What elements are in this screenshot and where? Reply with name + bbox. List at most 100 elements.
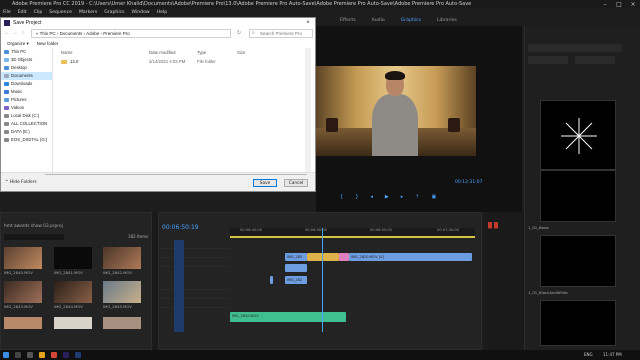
mark-in-icon[interactable]: { — [340, 194, 343, 200]
nav-item-all-collection[interactable]: ALL COLLECTION — [1, 120, 52, 128]
playhead[interactable] — [322, 228, 323, 332]
preset-thumbnail-4[interactable] — [540, 300, 616, 346]
project-thumb[interactable] — [4, 317, 42, 329]
menu-edit[interactable]: Edit — [18, 9, 27, 17]
track-header[interactable]: A2 — [160, 290, 230, 299]
project-thumb[interactable] — [54, 317, 92, 329]
project-thumb[interactable] — [103, 317, 141, 329]
track-header[interactable]: A1 — [160, 281, 230, 290]
track-header[interactable]: V3 — [160, 240, 230, 249]
dialog-close-icon[interactable]: × — [303, 18, 313, 28]
column-header-type[interactable]: Type — [197, 50, 206, 55]
audio-meters — [484, 212, 524, 350]
workspace-tab-libraries[interactable]: Libraries — [437, 17, 457, 25]
new-folder-button[interactable]: New folder — [37, 41, 59, 47]
menu-graphics[interactable]: Graphics — [104, 9, 124, 17]
timeline-clip[interactable]: IMG_2820.MOV [V] — [349, 253, 472, 261]
clock[interactable]: 11:47 PM — [603, 352, 622, 357]
column-header-name[interactable]: Name — [61, 50, 72, 55]
timeline-clip[interactable] — [323, 253, 339, 261]
work-area-bar[interactable] — [230, 236, 475, 238]
menu-bar: File Edit Clip Sequence Markers Graphics… — [0, 9, 640, 17]
nav-item-desktop[interactable]: Desktop — [1, 64, 52, 72]
project-thumb[interactable] — [54, 247, 92, 269]
nav-item-documents[interactable]: Documents — [1, 72, 52, 80]
menu-window[interactable]: Window — [132, 9, 150, 17]
timeline-clip[interactable] — [270, 276, 273, 284]
browser-icon[interactable] — [51, 352, 57, 358]
back-arrow-icon[interactable]: ← — [3, 29, 11, 38]
timeline-clip[interactable] — [285, 264, 307, 272]
nav-item-videos[interactable]: Videos — [1, 104, 52, 112]
mark-out-icon[interactable]: } — [355, 194, 358, 200]
task-view-icon[interactable] — [27, 352, 33, 358]
minimize-icon[interactable]: – — [598, 0, 612, 9]
preset-thumbnail-1[interactable] — [540, 100, 616, 170]
project-search[interactable] — [4, 234, 64, 240]
address-bar[interactable]: « This PC › Documents › Adobe › Premiere… — [31, 29, 231, 38]
close-icon[interactable]: × — [626, 0, 640, 9]
up-arrow-icon[interactable]: ↑ — [19, 29, 27, 38]
right-panel-dropdown-2[interactable] — [575, 56, 615, 64]
nav-item-this-pc[interactable]: This PC — [1, 48, 52, 56]
track-header[interactable]: A3 — [160, 299, 230, 308]
track-header[interactable]: V2 — [160, 249, 230, 258]
timeline-clip[interactable] — [307, 253, 323, 261]
menu-file[interactable]: File — [3, 9, 11, 17]
preset-thumbnail-2[interactable] — [540, 170, 616, 222]
workspace-tab-audio[interactable]: Audio — [372, 17, 385, 25]
file-name: 13.0 — [61, 58, 78, 66]
play-icon[interactable]: ▶ — [385, 194, 389, 200]
step-back-icon[interactable]: ◂ — [370, 194, 373, 200]
step-forward-icon[interactable]: ▸ — [401, 194, 404, 200]
right-panel-dropdown[interactable] — [528, 56, 568, 64]
project-thumb[interactable] — [103, 281, 141, 303]
timeline-clip[interactable]: IMG_282 — [285, 253, 307, 261]
save-button[interactable]: Save — [253, 179, 277, 187]
menu-sequence[interactable]: Sequence — [49, 9, 72, 17]
search-input[interactable]: Search Premiere Pro — [249, 29, 313, 38]
nav-item-3d-objects[interactable]: 3D Objects — [1, 56, 52, 64]
language-indicator[interactable]: ENG — [584, 352, 593, 357]
photoshop-taskbar-icon[interactable] — [75, 352, 81, 358]
nav-item-downloads[interactable]: Downloads — [1, 80, 52, 88]
file-row[interactable]: 13.0 3/14/2021 4:03 PM File folder — [59, 58, 309, 66]
preset-thumbnail-3[interactable] — [540, 235, 616, 287]
file-explorer-icon[interactable] — [39, 352, 45, 358]
organize-button[interactable]: Organize ▾ — [7, 41, 29, 47]
nav-item-music[interactable]: Music — [1, 88, 52, 96]
refresh-icon[interactable]: ↻ — [235, 29, 243, 38]
menu-help[interactable]: Help — [157, 9, 167, 17]
program-video-frame — [316, 66, 476, 156]
lift-icon[interactable]: ⇡ — [415, 194, 419, 200]
nav-item-pictures[interactable]: Pictures — [1, 96, 52, 104]
right-panel-search[interactable] — [528, 44, 622, 52]
search-taskbar-icon[interactable] — [15, 352, 21, 358]
folder-icon — [61, 59, 67, 64]
hide-folders-toggle[interactable]: ^ Hide Folders — [5, 180, 37, 185]
column-header-date[interactable]: Date modified — [149, 50, 176, 55]
nav-item-eos-digital[interactable]: EOS_DIGITAL (G:) — [1, 136, 52, 144]
export-frame-icon[interactable]: ▣ — [431, 194, 436, 200]
workspace-tab-graphics[interactable]: Graphics — [401, 17, 421, 25]
windows-start-icon[interactable] — [3, 352, 9, 358]
workspace-tab-effects[interactable]: Effects — [340, 17, 356, 25]
column-header-size[interactable]: Size — [237, 50, 245, 55]
track-header[interactable]: V1 — [160, 258, 230, 267]
project-thumb[interactable] — [54, 281, 92, 303]
cancel-button[interactable]: Cancel — [284, 179, 308, 187]
premiere-taskbar-icon[interactable] — [63, 352, 69, 358]
project-thumb[interactable] — [4, 247, 42, 269]
project-thumb[interactable] — [103, 247, 141, 269]
timeline-clip[interactable] — [339, 253, 349, 261]
nav-item-data-drive[interactable]: DATA (E:) — [1, 128, 52, 136]
project-thumb[interactable] — [4, 281, 42, 303]
file-list-scrollbar[interactable] — [305, 48, 311, 172]
menu-clip[interactable]: Clip — [34, 9, 43, 17]
maximize-icon[interactable]: □ — [612, 0, 626, 9]
forward-arrow-icon[interactable]: → — [11, 29, 19, 38]
timeline-clip[interactable]: IMG_282 — [285, 276, 307, 284]
timeline-audio-clip[interactable]: IMG_2820.MOV — [230, 312, 346, 322]
menu-markers[interactable]: Markers — [79, 9, 97, 17]
nav-item-local-disk[interactable]: Local Disk (C:) — [1, 112, 52, 120]
